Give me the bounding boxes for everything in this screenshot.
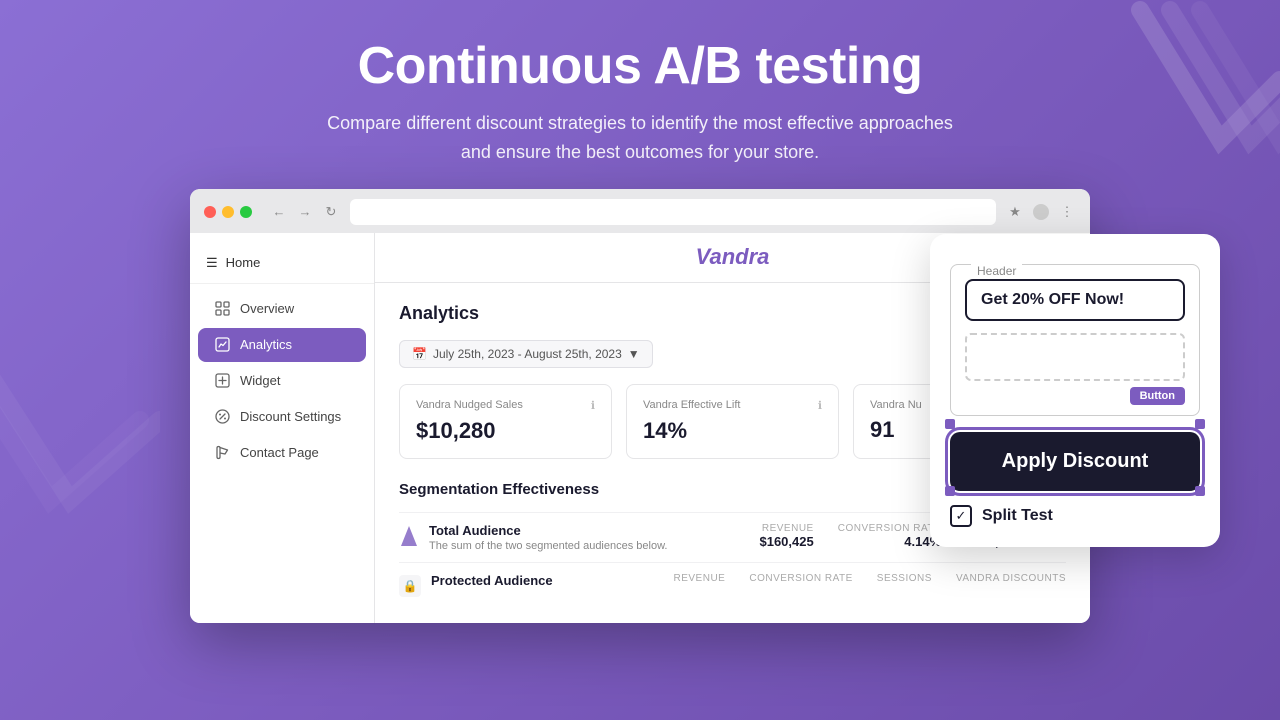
revenue-label-p: REVENUE (674, 573, 726, 584)
widget-icon (214, 373, 230, 389)
seg-stat-conversion: CONVERSION RATE 4.14% (838, 523, 941, 549)
seg-name-total: Total Audience (429, 523, 749, 538)
card-fieldset: Header Button (950, 264, 1200, 416)
apply-btn-wrapper: Apply Discount (950, 424, 1200, 491)
apply-discount-button[interactable]: Apply Discount (950, 432, 1200, 491)
sidebar-home-label: Home (226, 255, 261, 270)
seg-stat-vandra-p: VANDRA DISCOUNTS (956, 573, 1066, 584)
hero-section: Continuous A/B testing Compare different… (0, 0, 1280, 167)
sidebar-item-discount-settings-label: Discount Settings (240, 409, 341, 424)
conversion-label-p: CONVERSION RATE (749, 573, 852, 584)
metric-card-1: Vandra Effective Lift ℹ 14% (626, 384, 839, 459)
minimize-button[interactable] (222, 206, 234, 218)
handle-bl[interactable] (945, 486, 955, 496)
button-tag: Button (1130, 387, 1185, 405)
handle-tr[interactable] (1195, 419, 1205, 429)
back-button[interactable]: ← (270, 203, 288, 221)
hamburger-icon: ☰ (206, 255, 218, 271)
chevron-down-icon: ▼ (628, 347, 640, 361)
seg-stat-conv-p: CONVERSION RATE (749, 573, 852, 584)
metric-value-0: $10,280 (416, 418, 595, 444)
metric-label-0: Vandra Nudged Sales ℹ (416, 399, 595, 412)
forward-button[interactable]: → (296, 203, 314, 221)
revenue-label: REVENUE (759, 523, 813, 534)
sidebar-item-discount-settings[interactable]: Discount Settings (198, 400, 366, 434)
refresh-button[interactable]: ↻ (322, 203, 340, 221)
sidebar-item-contact-page[interactable]: Contact Page (198, 436, 366, 470)
metric-value-1: 14% (643, 418, 822, 444)
contact-icon (214, 445, 230, 461)
info-icon-0: ℹ (591, 399, 595, 412)
metric-card-0: Vandra Nudged Sales ℹ $10,280 (399, 384, 612, 459)
seg-stat-sess-p: SESSIONS (877, 573, 932, 584)
sidebar-item-analytics-label: Analytics (240, 337, 292, 352)
overview-icon (214, 301, 230, 317)
sidebar-item-overview[interactable]: Overview (198, 292, 366, 326)
close-button[interactable] (204, 206, 216, 218)
menu-icon[interactable]: ⋮ (1058, 203, 1076, 221)
analytics-icon (214, 337, 230, 353)
total-audience-icon (399, 523, 419, 547)
content-placeholder (965, 333, 1185, 381)
seg-stat-revenue: REVENUE $160,425 (759, 523, 813, 549)
date-filter[interactable]: 📅 July 25th, 2023 - August 25th, 2023 ▼ (399, 340, 653, 368)
conversion-value: 4.14% (838, 534, 941, 549)
sessions-label-p: SESSIONS (877, 573, 932, 584)
sidebar-home[interactable]: ☰ Home (190, 247, 374, 284)
sidebar-item-widget-label: Widget (240, 373, 280, 388)
date-range-label: July 25th, 2023 - August 25th, 2023 (433, 347, 622, 361)
conversion-label: CONVERSION RATE (838, 523, 941, 534)
header-input[interactable] (965, 279, 1185, 321)
seg-desc-total: The sum of the two segmented audiences b… (429, 540, 749, 552)
vandra-discounts-label-p: VANDRA DISCOUNTS (956, 573, 1066, 584)
revenue-value: $160,425 (759, 534, 813, 549)
maximize-button[interactable] (240, 206, 252, 218)
floating-card: Header Button Apply Discount ✓ Split Tes… (930, 234, 1220, 547)
star-icon[interactable]: ★ (1006, 203, 1024, 221)
lock-icon: 🔒 (399, 575, 421, 597)
seg-info-protected: Protected Audience (431, 573, 664, 588)
profile-icon[interactable] (1032, 203, 1050, 221)
hero-title: Continuous A/B testing (0, 38, 1280, 95)
topbar-logo: Vandra (696, 244, 770, 270)
card-header-legend: Header (971, 264, 1022, 278)
sidebar-item-widget[interactable]: Widget (198, 364, 366, 398)
seg-row-protected: 🔒 Protected Audience REVENUE CONVERSION … (399, 562, 1066, 607)
sidebar-item-analytics[interactable]: Analytics (198, 328, 366, 362)
seg-info-total: Total Audience The sum of the two segmen… (429, 523, 749, 552)
sidebar-item-overview-label: Overview (240, 301, 294, 316)
sidebar: ☰ Home Overview Analytics Widget (190, 233, 375, 623)
browser-window: ← → ↻ ★ ⋮ ☰ Home Overview (190, 189, 1090, 623)
split-test-checkbox[interactable]: ✓ (950, 505, 972, 527)
address-bar[interactable] (350, 199, 996, 225)
hero-subtitle: Compare different discount strategies to… (320, 109, 960, 167)
handle-tl[interactable] (945, 419, 955, 429)
button-label-row: Button (965, 387, 1185, 405)
discount-icon (214, 409, 230, 425)
split-test-row: ✓ Split Test (950, 505, 1200, 527)
split-test-label: Split Test (982, 507, 1053, 525)
traffic-lights (204, 206, 252, 218)
browser-actions: ★ ⋮ (1006, 203, 1076, 221)
metric-label-1: Vandra Effective Lift ℹ (643, 399, 822, 412)
seg-name-protected: Protected Audience (431, 573, 664, 588)
seg-stats-protected: REVENUE CONVERSION RATE SESSIONS VANDRA … (674, 573, 1067, 584)
browser-nav: ← → ↻ (270, 203, 340, 221)
handle-br[interactable] (1195, 486, 1205, 496)
info-icon-1: ℹ (818, 399, 822, 412)
sidebar-item-contact-page-label: Contact Page (240, 445, 319, 460)
checkmark-icon: ✓ (956, 508, 967, 524)
seg-stat-rev-p: REVENUE (674, 573, 726, 584)
browser-chrome: ← → ↻ ★ ⋮ (190, 189, 1090, 233)
calendar-icon: 📅 (412, 347, 427, 361)
deco-v-left (0, 340, 160, 640)
